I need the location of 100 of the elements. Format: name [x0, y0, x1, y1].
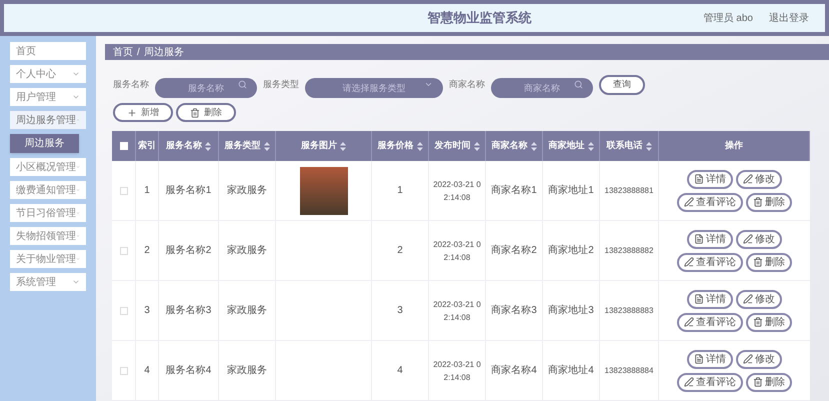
pen-icon — [684, 317, 694, 327]
edit-button[interactable]: 修改 — [736, 350, 782, 368]
table-cell-text: 2 — [144, 244, 150, 258]
comment-button[interactable]: 查看评论 — [677, 192, 743, 212]
row-checkbox[interactable] — [120, 186, 128, 194]
sidebar-item[interactable]: 周边服务管理 — [10, 111, 86, 129]
pen-icon — [743, 294, 753, 304]
trash-icon — [753, 317, 763, 327]
delete-button[interactable]: 删除 — [746, 192, 792, 212]
search-field[interactable]: 商家名称 — [491, 78, 593, 98]
document-icon — [694, 354, 704, 364]
chevron-icon — [424, 80, 433, 89]
chevron-icon — [72, 278, 80, 286]
table-cell-text: 服务名称3 — [166, 304, 212, 318]
table-cell-text: 1 — [397, 184, 403, 198]
comment-button[interactable]: 查看评论 — [677, 372, 743, 392]
sidebar-item[interactable]: 用户管理 — [10, 88, 86, 106]
filter-label: 商家名称 — [449, 78, 485, 92]
row-checkbox[interactable] — [120, 246, 128, 254]
sidebar-item[interactable]: 失物招领管理 — [10, 227, 86, 245]
sidebar-item[interactable]: 关于物业管理 — [10, 250, 86, 268]
column-header[interactable]: 服务图片 — [276, 131, 372, 161]
sidebar-subitem[interactable]: 周边服务 — [10, 134, 79, 153]
row-checkbox[interactable] — [120, 306, 128, 314]
trash-icon — [753, 257, 763, 267]
sidebar-item[interactable]: 小区概况管理 — [10, 158, 86, 176]
document-icon — [694, 294, 704, 304]
table-cell-text: 1 — [144, 184, 150, 198]
row-checkbox[interactable] — [120, 366, 128, 374]
table-cell-text: 家政服务 — [227, 244, 267, 258]
detail-button[interactable]: 详情 — [687, 350, 733, 368]
trash-icon — [753, 197, 763, 207]
plus-icon — [127, 108, 137, 118]
detail-button[interactable]: 详情 — [687, 170, 733, 188]
document-icon — [694, 234, 704, 244]
column-header[interactable]: 操作 — [659, 131, 810, 161]
table-cell-text: 2022-03-21 02:14:08 — [432, 298, 482, 324]
table-cell: 13823888881 — [604, 184, 654, 196]
trash-icon — [190, 108, 200, 118]
sidebar-item[interactable]: 个人中心 — [10, 65, 86, 83]
sort-icon — [264, 142, 270, 150]
breadcrumb-link[interactable]: 周边服务 — [144, 44, 184, 60]
logout-link[interactable]: 退出登录 — [769, 10, 809, 26]
column-header[interactable]: 服务类型 — [219, 131, 276, 161]
table-cell-text: 商家地址1 — [548, 184, 594, 198]
column-header[interactable]: 服务名称 — [159, 131, 219, 161]
document-icon — [694, 174, 704, 184]
table-cell-text: 商家名称1 — [491, 184, 537, 198]
column-header[interactable]: 商家地址 — [543, 131, 600, 161]
delete-button[interactable]: 删除 — [746, 252, 792, 272]
table-cell-text: 商家地址4 — [548, 364, 594, 378]
add-button[interactable]: 新增 — [113, 103, 173, 122]
table-cell-text: 3 — [397, 304, 403, 318]
filter-label: 服务类型 — [263, 78, 299, 92]
pen-icon — [743, 354, 753, 364]
edit-button[interactable]: 修改 — [736, 230, 782, 248]
delete-button[interactable]: 删除 — [746, 372, 792, 392]
delete-button[interactable]: 删除 — [746, 312, 792, 332]
table-cell-text: 服务名称4 — [166, 364, 212, 378]
delete-button[interactable]: 删除 — [176, 103, 236, 122]
breadcrumb-link[interactable]: 首页 — [113, 44, 133, 60]
edit-button[interactable]: 修改 — [736, 290, 782, 308]
table-cell-text: 商家名称2 — [491, 244, 537, 258]
chevron-icon — [72, 70, 80, 78]
comment-button[interactable]: 查看评论 — [677, 252, 743, 272]
detail-button[interactable]: 详情 — [687, 230, 733, 248]
sort-icon — [340, 142, 346, 150]
sort-icon — [646, 142, 652, 150]
sidebar-item[interactable]: 节日习俗管理 — [10, 204, 86, 222]
column-header[interactable]: 发布时间 — [429, 131, 486, 161]
table-cell-text: 商家名称4 — [491, 364, 537, 378]
table-cell-text: 4 — [397, 364, 403, 378]
table-cell-text: 服务名称2 — [166, 244, 212, 258]
table-cell: 13823888882 — [604, 244, 654, 256]
type-select[interactable]: 请选择服务类型 — [305, 78, 443, 98]
sidebar-item[interactable]: 系统管理 — [10, 273, 86, 291]
comment-button[interactable]: 查看评论 — [677, 312, 743, 332]
pen-icon — [684, 257, 694, 267]
sidebar-item[interactable]: 缴费通知管理 — [10, 181, 86, 199]
column-header[interactable]: 索引 — [136, 131, 159, 161]
sort-icon — [474, 142, 480, 150]
table-cell-text: 商家地址2 — [548, 244, 594, 258]
breadcrumb-separator: / — [137, 46, 140, 60]
pen-icon — [684, 377, 694, 387]
table-cell-text: 家政服务 — [227, 304, 267, 318]
search-field[interactable]: 服务名称 — [155, 78, 257, 98]
column-header[interactable]: 服务价格 — [372, 131, 429, 161]
table-cell-text: 2022-03-21 02:14:08 — [432, 178, 482, 204]
table-cell-text: 商家名称3 — [491, 304, 537, 318]
column-header[interactable]: 商家名称 — [486, 131, 543, 161]
select-all-checkbox[interactable] — [120, 142, 128, 150]
table-cell-text: 服务名称1 — [166, 184, 212, 198]
edit-button[interactable]: 修改 — [736, 170, 782, 188]
sidebar-item[interactable]: 首页 — [10, 42, 86, 60]
table-cell-text: 3 — [144, 304, 150, 318]
query-button[interactable]: 查询 — [599, 75, 645, 95]
sort-icon — [416, 142, 422, 150]
table-cell-text: 2022-03-21 02:14:08 — [432, 238, 482, 264]
detail-button[interactable]: 详情 — [687, 290, 733, 308]
column-header[interactable]: 联系电话 — [600, 131, 659, 161]
